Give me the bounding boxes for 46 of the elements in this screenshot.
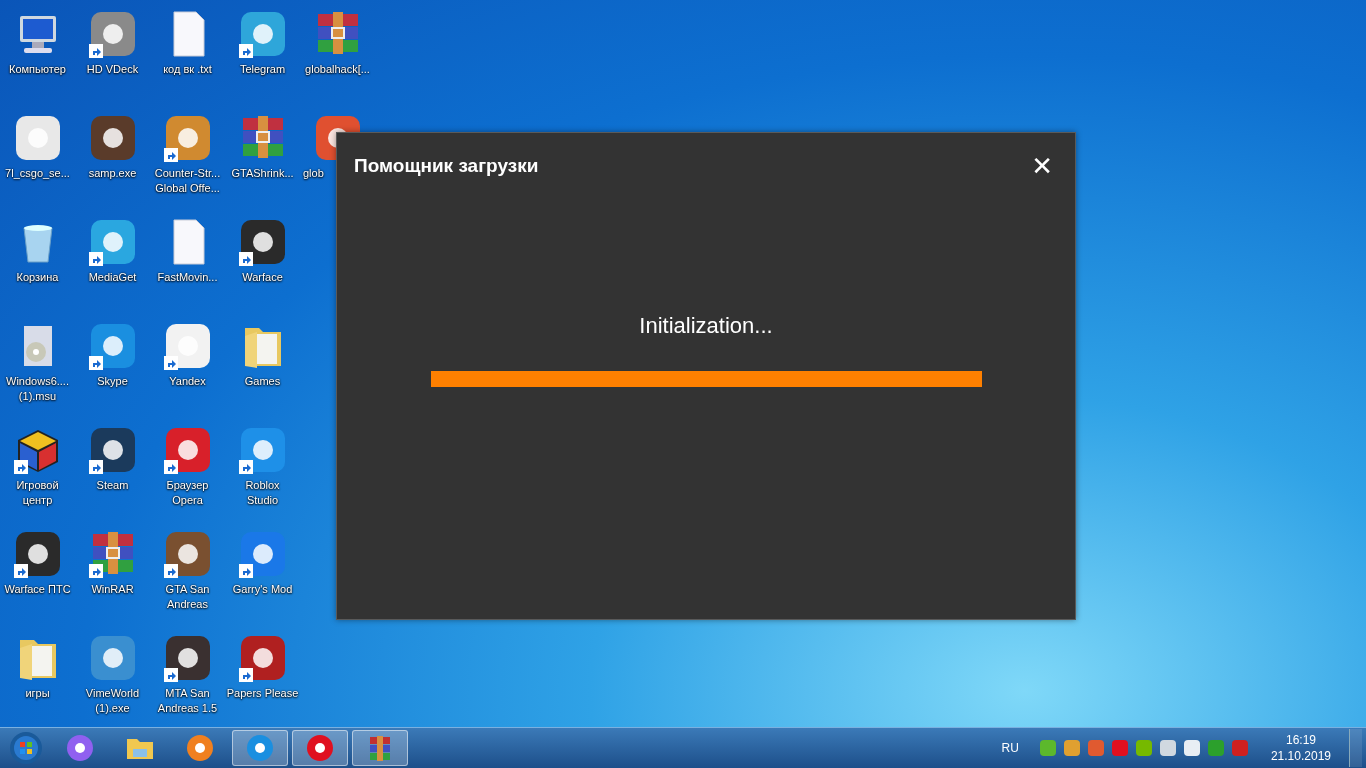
icon-label[interactable]: Yandex bbox=[169, 374, 206, 389]
icon-label[interactable]: MTA San Andreas 1.5 bbox=[157, 686, 218, 716]
icon-label[interactable]: Warface bbox=[242, 270, 283, 285]
tray-icon[interactable] bbox=[1134, 739, 1153, 757]
window-title: Помощник загрузки bbox=[354, 155, 539, 177]
icon-label[interactable]: globalhack[... bbox=[305, 62, 370, 77]
icon-label[interactable]: Браузер Opera bbox=[166, 478, 209, 508]
icon-label[interactable]: Warface ПТС bbox=[4, 582, 71, 597]
taskbar-button[interactable] bbox=[352, 730, 408, 766]
tray-icon[interactable] bbox=[1062, 739, 1081, 757]
clock-date[interactable]: 21.10.2019 bbox=[1270, 748, 1331, 764]
icon-label[interactable]: Telegram bbox=[239, 62, 286, 77]
icon-label[interactable]: Games bbox=[244, 374, 281, 389]
icon-label[interactable]: Корзина bbox=[16, 270, 59, 285]
icon-label[interactable]: glob bbox=[303, 166, 324, 181]
clock-time[interactable]: 16:19 bbox=[1285, 732, 1316, 748]
icon-label[interactable]: Steam bbox=[96, 478, 129, 493]
icon-label[interactable]: Garry's Mod bbox=[232, 582, 293, 597]
icon-label[interactable]: код вк .txt bbox=[163, 62, 212, 77]
tray-icon[interactable] bbox=[1158, 739, 1177, 757]
icon-label[interactable]: GTAShrink... bbox=[231, 166, 294, 181]
tray-icon[interactable] bbox=[1038, 739, 1057, 757]
icon-label[interactable]: FastMovin... bbox=[157, 270, 218, 285]
icon-label[interactable]: HD VDeck bbox=[86, 62, 139, 77]
icon-label[interactable]: Windows6.... (1).msu bbox=[6, 374, 69, 404]
icon-label[interactable]: Papers Please bbox=[226, 686, 299, 701]
tray-icon[interactable] bbox=[1182, 739, 1201, 757]
icon-label[interactable]: samp.exe bbox=[88, 166, 137, 181]
icon-label[interactable]: Counter-Str... Global Offe... bbox=[154, 166, 221, 196]
icon-label[interactable]: VimeWorld (1).exe bbox=[85, 686, 140, 716]
close-button[interactable]: ✕ bbox=[1027, 151, 1057, 181]
icon-label[interactable]: Skype bbox=[97, 374, 128, 389]
taskbar-button[interactable] bbox=[232, 730, 288, 766]
icon-label[interactable]: Компьютер bbox=[9, 62, 66, 77]
status-text: Initialization... bbox=[639, 313, 773, 339]
icon-label[interactable]: игры bbox=[25, 686, 50, 701]
icon-label[interactable]: Игровой центр bbox=[16, 478, 59, 508]
language-indicator[interactable]: RU bbox=[1001, 741, 1019, 755]
start-button[interactable] bbox=[9, 731, 43, 765]
icon-label[interactable]: Roblox Studio bbox=[245, 478, 280, 508]
icon-label[interactable]: 7l_csgo_se... bbox=[5, 166, 70, 181]
icon-label[interactable]: GTA San Andreas bbox=[165, 582, 210, 612]
taskbar-button[interactable] bbox=[292, 730, 348, 766]
icon-label[interactable]: MediaGet bbox=[88, 270, 137, 285]
icon-label[interactable]: WinRAR bbox=[91, 582, 134, 597]
show-desktop-button[interactable] bbox=[1349, 729, 1362, 767]
